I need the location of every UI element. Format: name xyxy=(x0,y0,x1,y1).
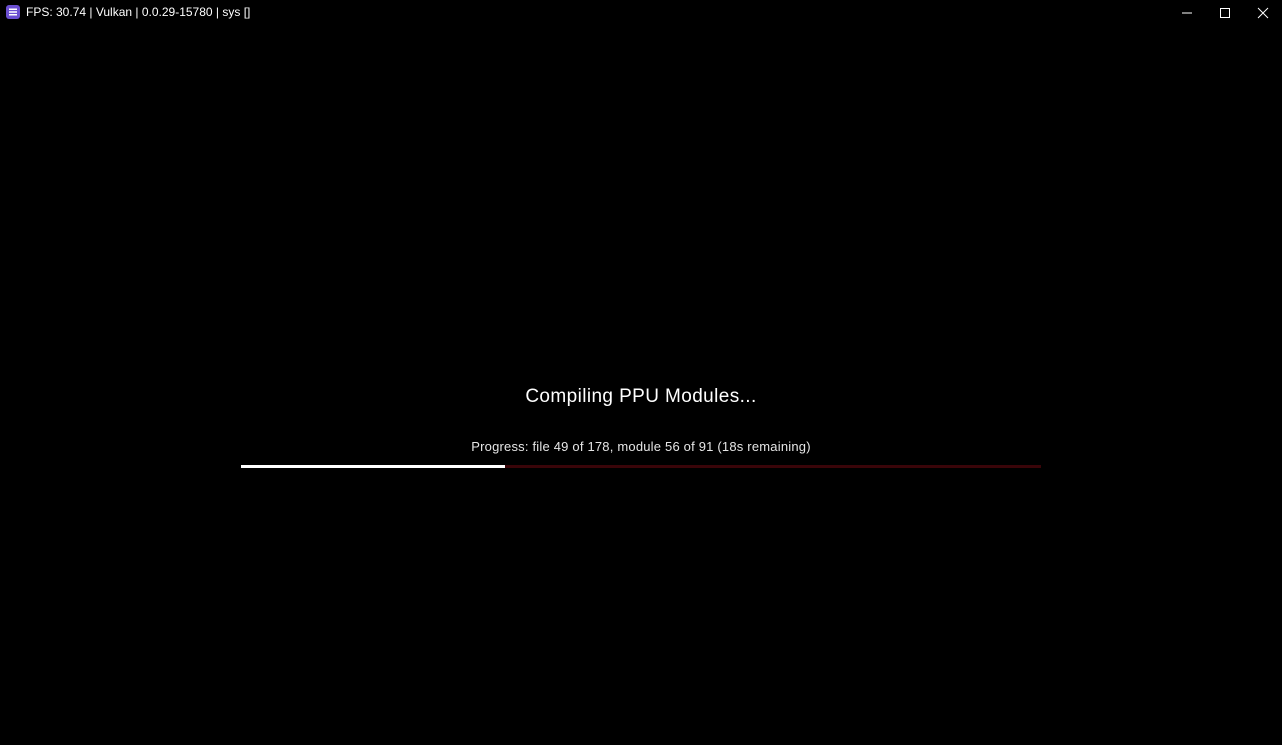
rpcs3-icon xyxy=(6,5,20,19)
minimize-button[interactable] xyxy=(1168,0,1206,25)
progress-status-text: Progress: file 49 of 178, module 56 of 9… xyxy=(471,439,811,454)
window-title: FPS: 30.74 | Vulkan | 0.0.29-15780 | sys… xyxy=(26,5,251,19)
close-button[interactable] xyxy=(1244,0,1282,25)
minimize-icon xyxy=(1182,12,1192,13)
render-area: Compiling PPU Modules... Progress: file … xyxy=(0,25,1282,745)
app-window: FPS: 30.74 | Vulkan | 0.0.29-15780 | sys… xyxy=(0,0,1282,745)
maximize-button[interactable] xyxy=(1206,0,1244,25)
title-bar[interactable]: FPS: 30.74 | Vulkan | 0.0.29-15780 | sys… xyxy=(0,0,1282,25)
window-controls xyxy=(1168,0,1282,25)
compile-heading: Compiling PPU Modules... xyxy=(525,386,757,407)
progress-bar xyxy=(241,465,1041,468)
close-icon xyxy=(1257,7,1269,18)
progress-bar-fill xyxy=(241,465,505,468)
maximize-icon xyxy=(1220,7,1230,18)
